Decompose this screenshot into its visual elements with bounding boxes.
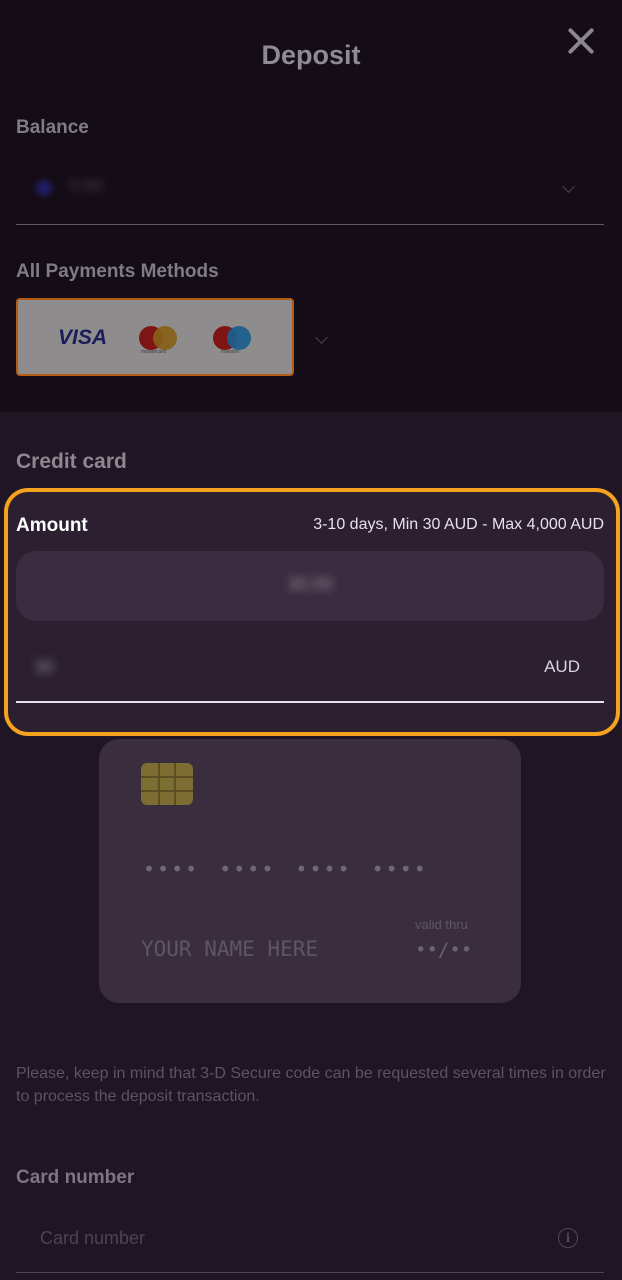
currency-label: AUD — [544, 657, 580, 676]
close-icon[interactable] — [562, 22, 600, 60]
amount-label: Amount — [16, 515, 88, 536]
balance-value: 0.00 — [70, 176, 104, 195]
maestro-logo — [213, 326, 253, 350]
visa-logo: VISA — [58, 326, 108, 349]
card-number-field: i — [16, 1206, 604, 1273]
page-title: Deposit — [261, 40, 361, 70]
card-number-input[interactable] — [38, 1220, 542, 1256]
valid-thru-label: valid thru — [415, 917, 468, 932]
info-icon[interactable]: i — [558, 1228, 578, 1248]
amount-preset-button[interactable]: 30.00 — [16, 551, 604, 621]
payment-method-selector[interactable]: VISA mastercard maestro — [16, 298, 294, 376]
amount-limits: 3-10 days, Min 30 AUD - Max 4,000 AUD — [313, 516, 604, 533]
card-preview: •••• •••• •••• •••• valid thru YOUR NAME… — [99, 739, 521, 1003]
card-number-label: Card number — [16, 1167, 135, 1188]
preset-value: 30.00 — [287, 574, 333, 594]
card-holder-name: YOUR NAME HERE — [141, 937, 319, 961]
chevron-down-icon — [562, 180, 575, 193]
chip-icon — [141, 763, 193, 805]
payment-methods-label: All Payments Methods — [16, 261, 219, 282]
mastercard-logo-text: mastercard — [141, 349, 167, 355]
card-number-mask: •••• •••• •••• •••• — [143, 857, 428, 881]
card-expiry-mask: ••/•• — [415, 939, 473, 961]
balance-select[interactable]: 0.00 — [16, 150, 604, 225]
3ds-notice: Please, keep in mind that 3-D Secure cod… — [16, 1065, 606, 1105]
currency-icon — [36, 180, 52, 196]
balance-label: Balance — [16, 117, 89, 138]
amount-input[interactable]: 30 AUD — [16, 637, 604, 703]
credit-card-title: Credit card — [16, 450, 127, 473]
mastercard-logo — [139, 326, 179, 350]
amount-value: 30 — [34, 657, 55, 677]
maestro-logo-text: maestro — [221, 349, 240, 355]
